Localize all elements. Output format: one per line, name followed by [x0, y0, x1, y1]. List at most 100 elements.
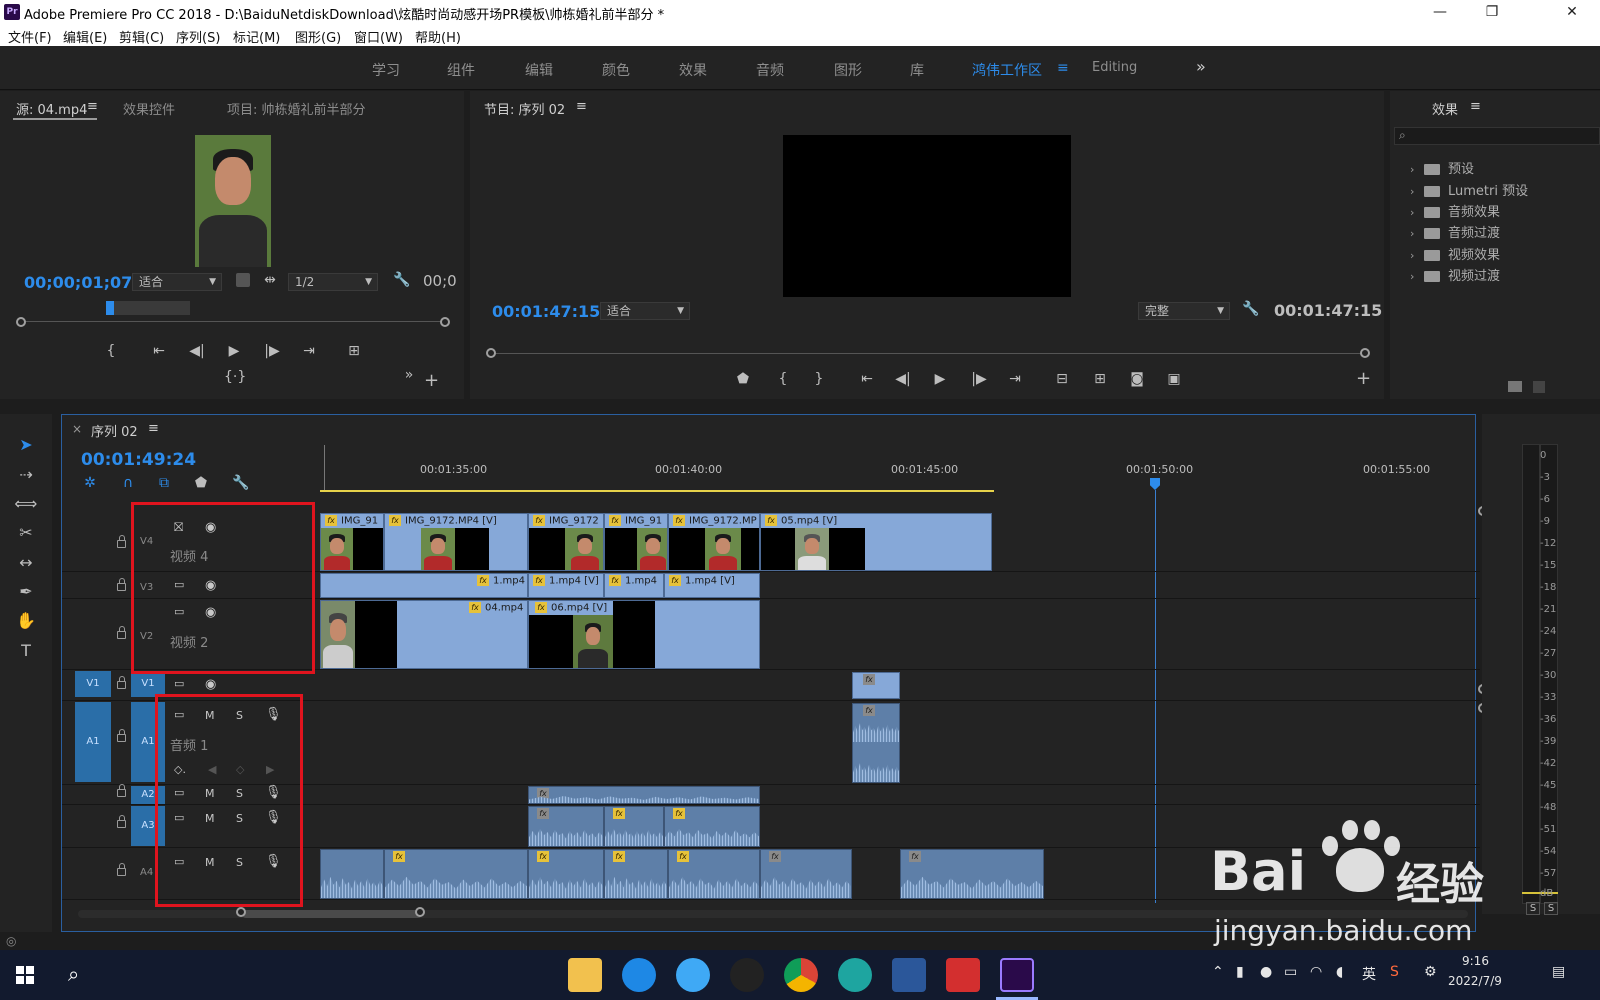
clip-v4[interactable]: fx IMG_9172.MP4 [V] — [384, 513, 528, 571]
hand-tool-icon[interactable]: ✋ — [14, 610, 38, 632]
zoom-handle-left[interactable] — [16, 317, 26, 327]
close-button[interactable]: ✕ — [1548, 0, 1596, 24]
source-fit-dropdown[interactable]: 适合 ▼ — [132, 273, 222, 291]
lock-icon[interactable] — [117, 729, 126, 742]
camera-icon[interactable]: ◙ — [1128, 371, 1146, 387]
mark-out-icon[interactable]: } — [812, 371, 826, 387]
source-patch-v1[interactable]: V1 — [75, 671, 111, 697]
qq-tray-icon[interactable]: ● — [1260, 964, 1272, 980]
horizontal-zoom-handle[interactable] — [236, 907, 246, 917]
step-forward-icon[interactable]: |▶ — [970, 371, 988, 387]
clip-v4[interactable]: fx IMG_9172.MP — [668, 513, 760, 571]
go-to-out-icon[interactable]: ⇥ — [1006, 371, 1024, 387]
clip-v1[interactable]: fx — [852, 672, 900, 699]
program-timecode[interactable]: 00:01:47:15 — [492, 302, 600, 321]
new-bin-icon[interactable] — [1508, 381, 1522, 392]
file-explorer-icon[interactable] — [568, 958, 602, 992]
clock-date[interactable]: 2022/7/9 — [1448, 974, 1502, 988]
workspace-tab-audio[interactable]: 音频 — [756, 60, 784, 80]
menu-window[interactable]: 窗口(W) — [354, 27, 403, 46]
maximize-button[interactable]: ❐ — [1468, 0, 1516, 24]
source-patch-a1[interactable]: A1 — [75, 702, 111, 782]
workspace-tab-learn[interactable]: 学习 — [372, 60, 400, 80]
workspace-tab-editing-en[interactable]: Editing — [1092, 60, 1137, 75]
effects-item-presets[interactable]: › 预设 — [1410, 158, 1474, 177]
audio-clip-a3[interactable]: fx — [528, 806, 604, 847]
qq-browser-icon[interactable] — [676, 958, 710, 992]
menu-file[interactable]: 文件(F) — [8, 27, 52, 46]
source-ruler[interactable] — [20, 321, 448, 322]
film-icon[interactable]: ▭ — [174, 677, 184, 690]
timeline-timecode[interactable]: 00:01:49:24 — [81, 450, 196, 470]
audio-clip-a4[interactable]: fx — [668, 849, 760, 899]
timeline-menu-icon[interactable]: ≡ — [148, 421, 159, 436]
edge-icon[interactable] — [838, 958, 872, 992]
clip-v4[interactable]: fx 05.mp4 [V] — [760, 513, 992, 571]
zoom-handle-right[interactable] — [1360, 348, 1370, 358]
audio-clip-a3[interactable]: fx — [664, 806, 760, 847]
wps-icon[interactable] — [946, 958, 980, 992]
search-icon[interactable]: ⌕ — [68, 962, 79, 986]
delete-icon[interactable] — [1533, 381, 1545, 393]
timeline-tab[interactable]: 序列 02 — [91, 421, 138, 440]
razor-tool-icon[interactable]: ✂ — [14, 522, 38, 544]
zoom-handle-right[interactable] — [440, 317, 450, 327]
tab-source[interactable]: 源: 04.mp4 — [16, 99, 87, 118]
work-area-bar[interactable] — [320, 490, 994, 492]
track-id-a4[interactable]: A4 — [140, 867, 153, 878]
ie-browser-icon[interactable] — [622, 958, 656, 992]
selection-tool-icon[interactable]: ➤ — [14, 434, 38, 456]
workspace-menu-icon[interactable]: ≡ — [1057, 60, 1069, 76]
program-ruler[interactable] — [490, 353, 1366, 354]
overflow-icon[interactable]: » — [402, 367, 416, 383]
close-tab-icon[interactable]: × — [72, 422, 82, 436]
effects-item-video-effects[interactable]: › 视频效果 — [1410, 244, 1500, 263]
clip-v3[interactable]: fx 1.mp4 [V] — [528, 573, 604, 598]
clip-v3[interactable]: fx 1.mp4 [V] — [664, 573, 760, 598]
lock-icon[interactable] — [117, 863, 126, 876]
play-icon[interactable]: ▶ — [932, 371, 948, 387]
effects-item-audio-effects[interactable]: › 音频效果 — [1410, 201, 1500, 220]
audio-clip-a1[interactable]: fx — [852, 703, 900, 783]
audio-clip-a4[interactable]: fx — [384, 849, 528, 899]
horizontal-zoom-handle[interactable] — [415, 907, 425, 917]
audio-clip-a4[interactable] — [320, 849, 384, 899]
step-back-icon[interactable]: ◀| — [894, 371, 912, 387]
qq-icon[interactable] — [730, 958, 764, 992]
menu-help[interactable]: 帮助(H) — [415, 27, 461, 46]
lock-icon[interactable] — [117, 815, 126, 828]
wifi-icon[interactable]: ◠ — [1310, 964, 1322, 980]
slip-tool-icon[interactable]: ↔ — [14, 552, 38, 574]
effects-search-input[interactable]: ⌕ — [1394, 127, 1600, 145]
workspace-tab-effects[interactable]: 效果 — [679, 60, 707, 80]
lock-icon[interactable] — [117, 626, 126, 639]
menu-edit[interactable]: 编辑(E) — [63, 27, 107, 46]
mark-in-icon[interactable]: { — [104, 343, 118, 359]
lock-icon[interactable] — [117, 676, 126, 689]
sogou-icon[interactable]: S — [1390, 964, 1399, 980]
audio-clip-a4[interactable]: fx — [900, 849, 1044, 899]
track-select-tool-icon[interactable]: ⇢ — [14, 464, 38, 486]
lock-icon[interactable] — [117, 578, 126, 591]
workspace-tab-assembly[interactable]: 组件 — [447, 60, 475, 80]
add-button-icon[interactable]: + — [1356, 370, 1371, 388]
go-to-in-icon[interactable]: ⇤ — [858, 371, 876, 387]
word-icon[interactable] — [892, 958, 926, 992]
play-icon[interactable]: ▶ — [226, 343, 242, 359]
clip-v4[interactable]: fx IMG_9172 — [528, 513, 604, 571]
settings-gear-icon[interactable]: ⚙ — [1424, 964, 1437, 980]
minimize-button[interactable]: — — [1416, 0, 1464, 24]
clip-v3[interactable]: fx 1.mp4 — [604, 573, 664, 598]
add-button-icon[interactable]: + — [424, 372, 439, 390]
notification-icon[interactable]: ▤ — [1552, 964, 1565, 980]
ripple-edit-tool-icon[interactable]: ⟺ — [14, 493, 38, 515]
lock-icon[interactable] — [117, 784, 126, 797]
program-quality-dropdown[interactable]: 完整 ▼ — [1138, 302, 1230, 320]
export-frame-icon[interactable] — [236, 273, 250, 287]
source-timecode[interactable]: 00;00;01;07 — [24, 273, 132, 292]
step-back-icon[interactable]: ◀| — [188, 343, 206, 359]
effects-menu-icon[interactable]: ≡ — [1470, 99, 1481, 114]
extract-icon[interactable]: ⊞ — [1090, 371, 1110, 387]
snap-icon[interactable]: ∩ — [120, 475, 136, 491]
tab-effect-controls[interactable]: 效果控件 — [123, 99, 175, 118]
